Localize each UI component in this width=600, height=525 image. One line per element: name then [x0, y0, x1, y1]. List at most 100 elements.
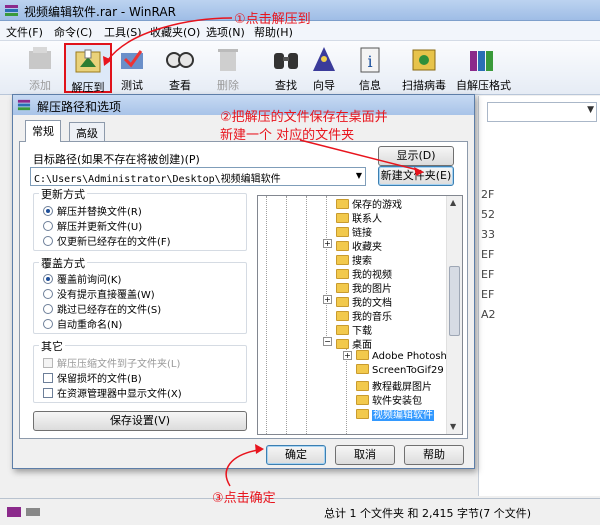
tree-item[interactable]: 保存的游戏: [336, 196, 402, 211]
dest-path-value: C:\Users\Administrator\Desktop\视频编辑软件: [34, 174, 281, 185]
expand-icon[interactable]: +: [343, 351, 352, 360]
tree-item[interactable]: ScreenToGif29: [356, 364, 444, 378]
tree-item[interactable]: 我的视频: [336, 266, 392, 281]
folder-icon: [336, 227, 349, 237]
info-label: 信息: [359, 79, 381, 92]
tree-item[interactable]: 链接: [336, 224, 372, 239]
winrar-app-icon: [5, 5, 18, 16]
list-item-value: 2F: [481, 188, 495, 201]
sfx-button[interactable]: 自解压格式: [456, 43, 511, 93]
tree-item[interactable]: 我的图片: [336, 280, 392, 295]
folder-icon: [336, 311, 349, 321]
folder-icon: [336, 283, 349, 293]
list-item-value: EF: [481, 268, 495, 281]
extract-to-button[interactable]: 解压到: [64, 43, 112, 94]
radio-extract-update[interactable]: 解压并更新文件(U): [43, 218, 142, 233]
folder-tree[interactable]: 保存的游戏 联系人 链接 + 收藏夹 搜索 我的视频 我的图片 + 我的文档 我的音…: [257, 195, 463, 435]
radio-extract-replace[interactable]: 解压并替换文件(R): [43, 203, 142, 218]
list-item-value: EF: [481, 248, 495, 261]
checkbox-keep-broken[interactable]: 保留损坏的文件(B): [43, 370, 142, 385]
tree-item[interactable]: + Adobe Photoshop: [343, 350, 459, 364]
delete-button[interactable]: 删除: [204, 43, 252, 93]
menu-file[interactable]: 文件(F): [6, 24, 43, 40]
radio-update-existing[interactable]: 仅更新已经存在的文件(F): [43, 233, 171, 248]
ok-button[interactable]: 确定: [266, 445, 326, 465]
window-title: 视频编辑软件.rar - WinRAR: [24, 5, 176, 19]
list-item-value: 33: [481, 228, 495, 241]
sfx-label: 自解压格式: [456, 79, 511, 92]
tree-item[interactable]: − 桌面: [323, 336, 372, 351]
folder-icon: [336, 339, 349, 349]
tree-guide-line: [346, 348, 347, 434]
radio-overwrite-silently[interactable]: 没有提示直接覆盖(W): [43, 286, 155, 301]
tree-guide-line: [286, 196, 287, 434]
test-button[interactable]: 测试: [108, 43, 156, 93]
checkbox-extract-to-subfolders[interactable]: 解压压缩文件到子文件夹(L): [43, 355, 180, 370]
checkbox-show-in-explorer[interactable]: 在资源管理器中显示文件(X): [43, 385, 182, 400]
virus-scan-button[interactable]: 扫描病毒: [400, 43, 448, 93]
tab-general[interactable]: 常规: [25, 120, 61, 142]
add-button[interactable]: 添加: [16, 43, 64, 93]
radio-skip-existing[interactable]: 跳过已经存在的文件(S): [43, 301, 161, 316]
folder-icon: [336, 255, 349, 265]
tree-item[interactable]: 下载: [336, 322, 372, 337]
view-button[interactable]: 查看: [156, 43, 204, 93]
annotation-step2-line2: 新建一个 对应的文件夹: [220, 128, 355, 143]
menu-commands[interactable]: 命令(C): [54, 24, 92, 40]
option-label: 保留损坏的文件(B): [57, 374, 142, 385]
list-item-value: 52: [481, 208, 495, 221]
tree-item[interactable]: 教程截屏图片: [356, 378, 432, 393]
find-icon: [274, 53, 298, 69]
update-mode-title: 更新方式: [39, 186, 87, 202]
sfx-icon: [470, 51, 493, 71]
toolbar: 添加 解压到 测试 查看 删除 查找 向导 i 信息 扫描病毒 自解压格式: [0, 41, 600, 95]
extract-options-dialog: 解压路径和选项 常规 高级 目标路径(如果不存在将被创建)(P) 显示(D) C…: [12, 94, 475, 469]
radio-button: [43, 274, 53, 284]
scrollbar-thumb[interactable]: [449, 266, 460, 336]
folder-icon: [356, 364, 369, 374]
tree-item[interactable]: + 收藏夹: [323, 238, 382, 253]
wizard-button[interactable]: 向导: [300, 43, 348, 93]
tree-scrollbar[interactable]: ▲ ▼: [446, 196, 462, 434]
show-button[interactable]: 显示(D): [378, 146, 454, 166]
expand-icon[interactable]: +: [323, 239, 332, 248]
delete-icon: [218, 49, 238, 71]
radio-auto-rename[interactable]: 自动重命名(N): [43, 316, 122, 331]
dest-path-label: 目标路径(如果不存在将被创建)(P): [33, 153, 200, 166]
new-folder-button[interactable]: 新建文件夹(E): [378, 166, 454, 186]
add-icon: [29, 47, 51, 69]
extract-to-icon: [75, 49, 101, 73]
radio-button: [43, 236, 53, 246]
tree-item[interactable]: + 我的文档: [323, 294, 392, 309]
tree-item[interactable]: 搜索: [336, 252, 372, 267]
info-button[interactable]: i 信息: [346, 43, 394, 93]
dest-path-combo[interactable]: C:\Users\Administrator\Desktop\视频编辑软件 ▼: [30, 167, 366, 186]
list-item-value: A2: [481, 308, 496, 321]
tree-item[interactable]: 软件安装包: [356, 392, 422, 407]
view-icon: [166, 52, 194, 68]
menu-favorites[interactable]: 收藏夹(O): [150, 24, 200, 40]
scroll-down-icon[interactable]: ▼: [450, 422, 456, 431]
tree-item[interactable]: 联系人: [336, 210, 382, 225]
test-icon: [121, 50, 143, 69]
help-button[interactable]: 帮助: [404, 445, 464, 465]
save-settings-button[interactable]: 保存设置(V): [33, 411, 247, 431]
wizard-icon: [313, 47, 335, 71]
winrar-app-icon: [17, 99, 31, 111]
tree-item[interactable]: 我的音乐: [336, 308, 392, 323]
tree-item-selected[interactable]: 视频编辑软件: [356, 406, 434, 421]
expand-icon[interactable]: +: [323, 295, 332, 304]
path-combo[interactable]: ▼: [487, 102, 597, 122]
folder-icon: [356, 381, 369, 391]
radio-ask-before-overwrite[interactable]: 覆盖前询问(K): [43, 271, 121, 286]
menu-tools[interactable]: 工具(S): [104, 24, 142, 40]
chevron-down-icon: ▼: [355, 171, 362, 180]
option-label: 跳过已经存在的文件(S): [57, 305, 162, 316]
cancel-button[interactable]: 取消: [335, 445, 395, 465]
dialog-title: 解压路径和选项: [37, 100, 122, 114]
collapse-icon[interactable]: −: [323, 337, 332, 346]
tab-advanced[interactable]: 高级: [69, 122, 105, 142]
scroll-up-icon[interactable]: ▲: [450, 198, 456, 207]
extract-to-label: 解压到: [71, 81, 105, 94]
test-label: 测试: [121, 79, 143, 92]
